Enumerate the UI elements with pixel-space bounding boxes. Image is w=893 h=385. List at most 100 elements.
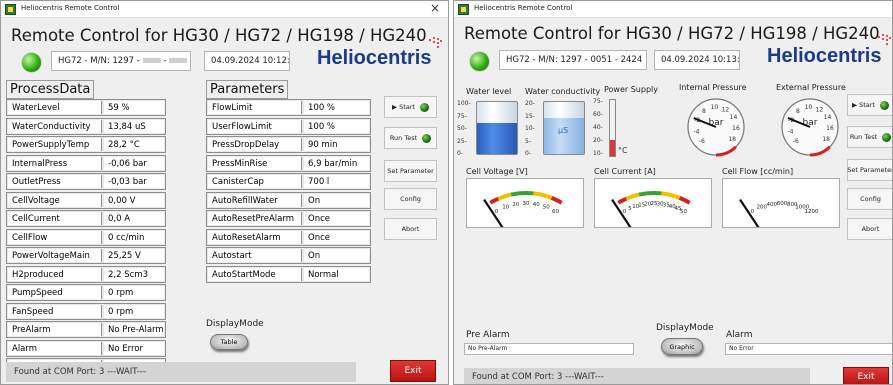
table-row: AutoResetAlarm Once bbox=[206, 228, 371, 246]
power-supply-unit: °C bbox=[618, 146, 628, 155]
start-button[interactable]: ▶ Start bbox=[847, 94, 892, 116]
cell-flow-gauge: 0200 400 600 80010001200 bbox=[722, 178, 840, 228]
dial-tick-label: 8 bbox=[796, 108, 800, 115]
logo-dots-icon bbox=[429, 37, 443, 49]
table-row: AutoRefillWater On bbox=[206, 191, 371, 209]
config-button[interactable]: Config bbox=[847, 188, 892, 210]
section-parameters-title: Parameters bbox=[206, 80, 289, 99]
set-parameter-button[interactable]: Set Parameter bbox=[384, 160, 437, 182]
water-conductivity-tick: 20- bbox=[525, 100, 535, 107]
water-level-tick: 75- bbox=[457, 112, 467, 120]
close-icon[interactable]: × bbox=[430, 1, 440, 15]
run-test-led-icon bbox=[422, 133, 432, 143]
processdata-name: PreAlarm bbox=[8, 323, 102, 336]
dial-tick-label: 16 bbox=[732, 125, 740, 132]
power-supply-tick: 40- bbox=[593, 124, 603, 131]
processdata-value: 2,2 Scm3 bbox=[104, 267, 164, 281]
set-parameter-button[interactable]: Set Parameter bbox=[847, 159, 892, 181]
parameter-name: UserFlowLimit bbox=[208, 119, 302, 133]
parameter-value: 100 % bbox=[304, 119, 369, 133]
power-supply-tick: 75- bbox=[593, 98, 603, 105]
logo: Heliocentris bbox=[767, 45, 882, 67]
abort-button[interactable]: Abort bbox=[847, 218, 892, 240]
water-conductivity-label: Water conductivity bbox=[525, 87, 601, 96]
display-mode-toggle[interactable]: Table bbox=[210, 334, 248, 350]
water-conductivity-tick: 5- bbox=[525, 137, 531, 145]
model-field: HG72 - M/N: 1297 - - bbox=[51, 51, 191, 71]
table-row: H2produced 2,2 Scm3 bbox=[6, 265, 166, 283]
parameter-name: CanisterCap bbox=[208, 175, 302, 188]
dial-tick-label: 10 bbox=[711, 104, 719, 111]
power-supply-tick: 10- bbox=[593, 150, 603, 157]
gauge-tick-label: 60 bbox=[552, 209, 559, 215]
processdata-name: CellVoltage bbox=[8, 193, 102, 207]
dial-tick-label: 12 bbox=[816, 106, 824, 113]
parameter-name: AutoResetPreAlarm bbox=[208, 212, 302, 225]
run-test-led-icon bbox=[882, 132, 892, 142]
gauge-tick-label: 20 bbox=[512, 202, 519, 208]
exit-button[interactable]: Exit bbox=[390, 360, 436, 382]
window-title: Heliocentris Remote Control bbox=[474, 4, 573, 12]
gauge-tick-label: 0 bbox=[495, 209, 499, 215]
window-title: Heliocentris Remote Control bbox=[21, 4, 120, 12]
app-icon bbox=[5, 4, 16, 15]
gauge-band bbox=[678, 195, 691, 205]
parameter-name: FlowLimit bbox=[208, 101, 302, 114]
table-row: PreAlarm No Pre-Alarm bbox=[6, 321, 166, 338]
dial-tick-label: 10 bbox=[805, 104, 813, 111]
processdata-name: PowerVoltageMain bbox=[8, 249, 102, 262]
exit-button[interactable]: Exit bbox=[843, 367, 889, 384]
parameter-value: On bbox=[304, 249, 369, 262]
processdata-value: -0,06 bar bbox=[104, 156, 164, 170]
abort-button[interactable]: Abort bbox=[384, 218, 437, 240]
gauge-band bbox=[533, 191, 553, 200]
water-conductivity-unit: µS bbox=[558, 126, 569, 135]
gauge-tick-label: 30 bbox=[523, 201, 530, 207]
dial-tick-label: 12 bbox=[722, 106, 730, 113]
gauge-tick-label: 50 bbox=[543, 205, 550, 211]
pre-alarm-field: No Pre-Alarm bbox=[464, 343, 634, 355]
status-bar: Found at COM Port: 3 ---WAIT--- bbox=[6, 362, 356, 382]
parameter-value: 100 % bbox=[304, 101, 369, 114]
dial-tick-label: 16 bbox=[826, 125, 834, 132]
water-conductivity-fill bbox=[544, 118, 584, 154]
run-test-button[interactable]: Run Test bbox=[847, 126, 892, 148]
dial-tick-label: 8 bbox=[702, 108, 706, 115]
table-row: PressMinRise 6,9 bar/min bbox=[206, 154, 371, 172]
dial-tick-label: -4 bbox=[693, 128, 699, 135]
gauge-band bbox=[638, 191, 662, 197]
gauge-band bbox=[497, 192, 512, 201]
cell-voltage-label: Cell Voltage [V] bbox=[466, 167, 528, 176]
logo: Heliocentris bbox=[317, 47, 432, 69]
window-graphic-mode: Heliocentris Remote Control Remote Contr… bbox=[453, 0, 893, 385]
run-test-button[interactable]: Run Test bbox=[384, 127, 437, 149]
alarm-label: Alarm bbox=[726, 330, 753, 340]
processdata-name: CellFlow bbox=[8, 230, 102, 244]
config-button[interactable]: Config bbox=[384, 188, 437, 210]
page-title: Remote Control for HG30 / HG72 / HG198 /… bbox=[464, 24, 880, 43]
table-row: PumpSpeed 0 rpm bbox=[6, 284, 166, 301]
water-level-tick: 0- bbox=[457, 150, 463, 157]
display-mode-toggle[interactable]: Graphic bbox=[661, 338, 703, 355]
processdata-name: InternalPress bbox=[8, 156, 102, 170]
gauge-band bbox=[661, 191, 681, 200]
status-led bbox=[470, 52, 489, 71]
table-row: PowerVoltageMain 25,25 V bbox=[6, 247, 166, 264]
dial-tick-label: 18 bbox=[822, 136, 830, 143]
water-conductivity-tick: 0- bbox=[525, 150, 531, 157]
datetime-field: 04.09.2024 10:13:10 bbox=[654, 50, 740, 70]
parameter-value: Normal bbox=[304, 267, 369, 281]
gauge-band bbox=[489, 196, 500, 205]
processdata-name: CellCurrent bbox=[8, 212, 102, 225]
processdata-value: 0,00 V bbox=[104, 193, 164, 207]
internal-pressure-gauge: -6-4-2810 12141618bar bbox=[687, 98, 745, 157]
start-button[interactable]: ▶ Start bbox=[384, 96, 437, 118]
water-conductivity-tank: µS bbox=[543, 101, 585, 155]
dial-tick-label: 14 bbox=[730, 114, 738, 121]
parameter-name: PressMinRise bbox=[208, 156, 302, 170]
model-field: HG72 - M/N: 1297 - 0051 - 2424 bbox=[499, 50, 647, 70]
dial-tick-label: -6 bbox=[793, 138, 799, 145]
table-row: UserFlowLimit 100 % bbox=[206, 117, 371, 135]
table-row: WaterLevel 59 % bbox=[6, 99, 166, 116]
gauge-tick-label: 0 bbox=[751, 209, 755, 215]
